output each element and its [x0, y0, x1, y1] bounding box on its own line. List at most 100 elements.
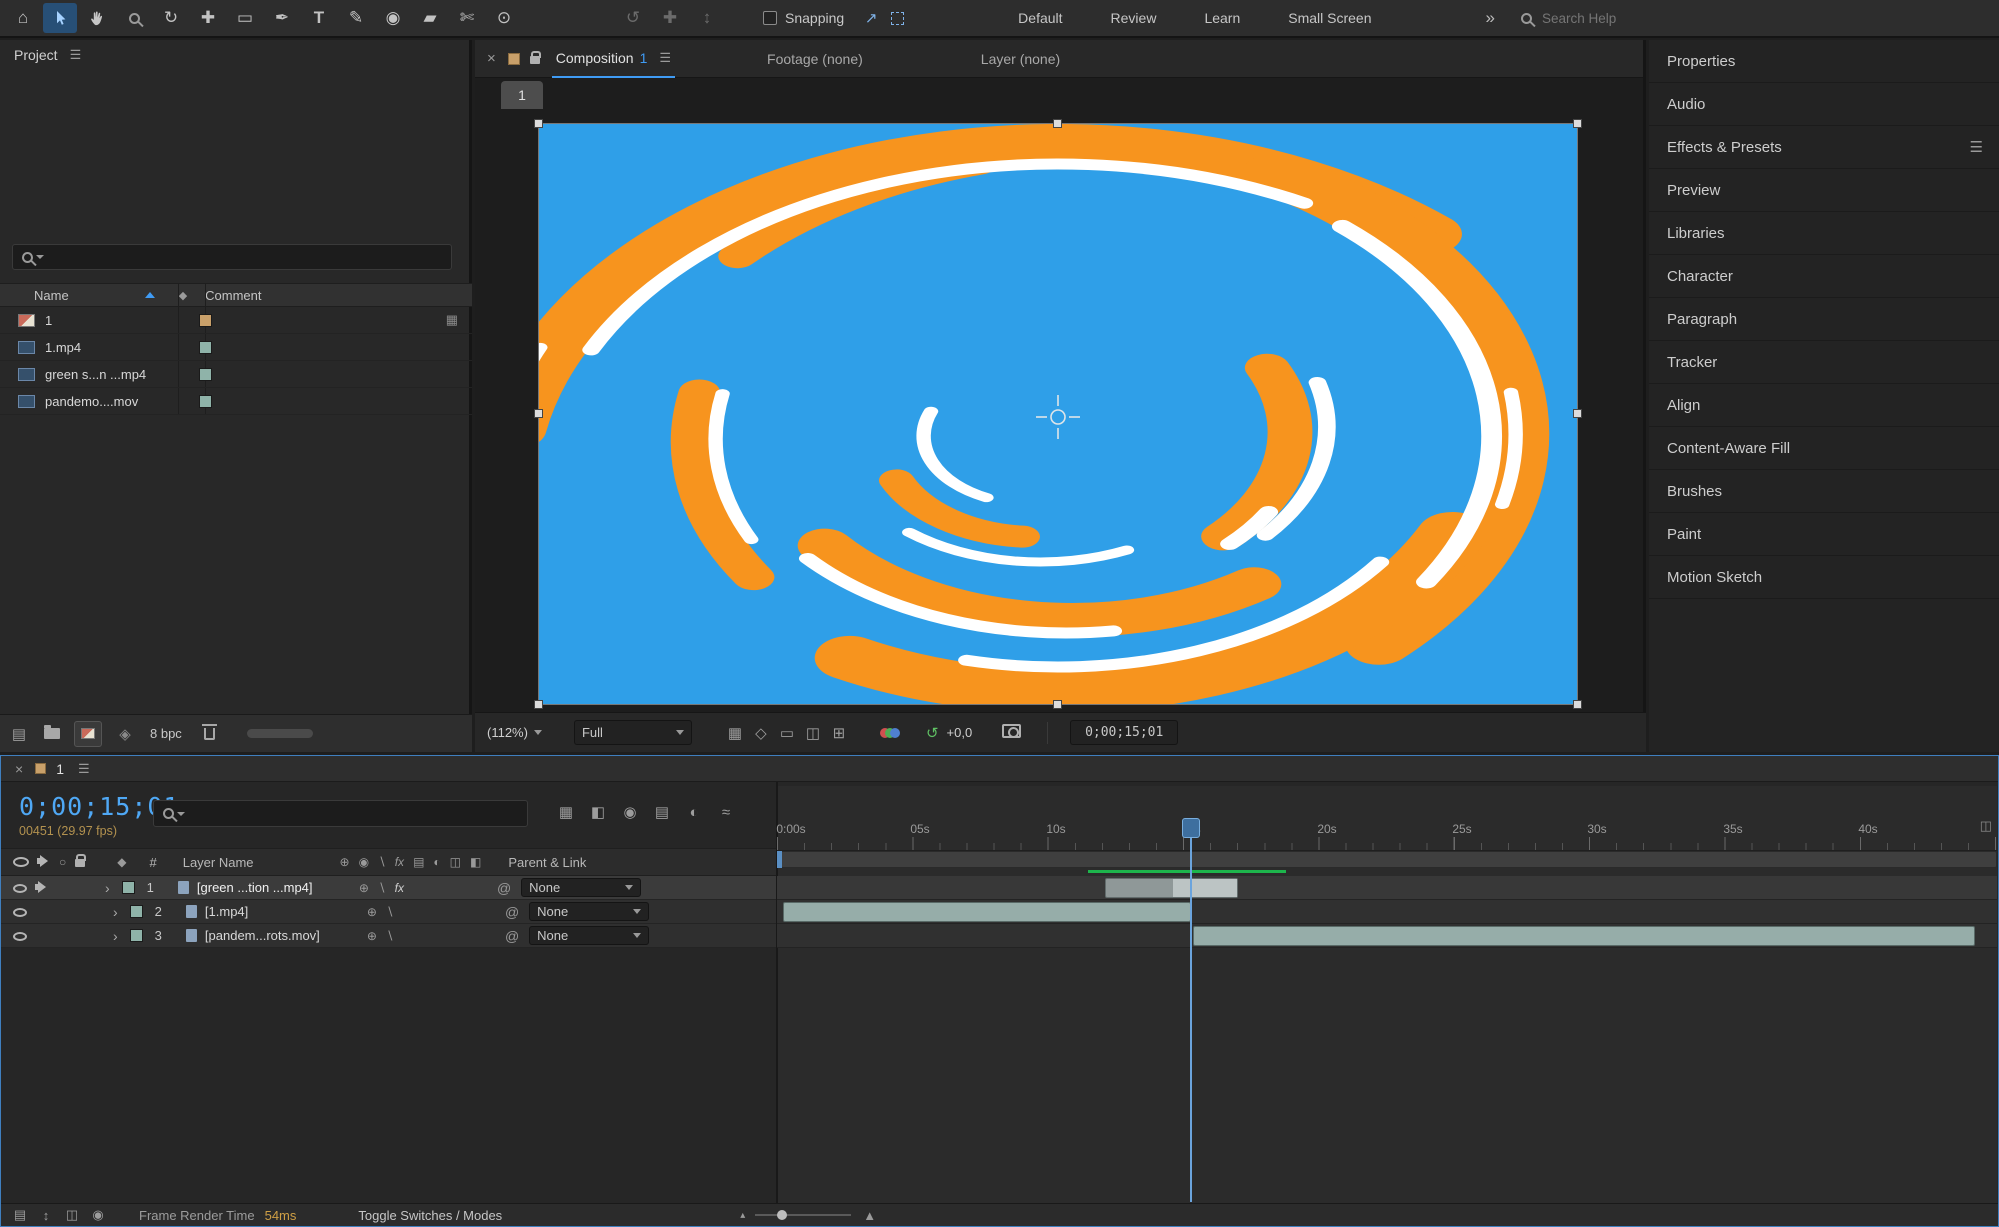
label-color-swatch[interactable]: [199, 340, 212, 354]
eraser-tool-icon[interactable]: ▰: [413, 3, 447, 33]
rotate-tool-icon[interactable]: ↻: [154, 3, 188, 33]
project-footer-scrollbar[interactable]: [246, 729, 313, 738]
panel-tab-properties[interactable]: Properties: [1649, 40, 1999, 83]
layer-visibility-icon[interactable]: [13, 928, 27, 944]
parent-dropdown[interactable]: None: [529, 902, 650, 921]
snapping-checkbox[interactable]: [763, 11, 777, 25]
panel-tab-preview[interactable]: Preview: [1649, 169, 1999, 212]
time-ruler[interactable]: 0:00s 05s 10s 15s 20s 25s 30s 35s 40s: [776, 816, 1997, 851]
lock-icon[interactable]: [529, 50, 541, 67]
playhead-head[interactable]: [1182, 818, 1200, 838]
panel-tab-audio[interactable]: Audio: [1649, 83, 1999, 126]
workspace-tab-small-screen[interactable]: Small Screen: [1288, 10, 1371, 26]
timeline-tab-close-icon[interactable]: ×: [15, 761, 23, 777]
label-color-swatch[interactable]: [199, 313, 212, 327]
video-column-icon[interactable]: [13, 854, 29, 870]
timeline-zoom-in-icon[interactable]: ▲: [863, 1208, 876, 1223]
shy-switch-header-icon[interactable]: ◉: [359, 855, 369, 869]
project-row-comp-1[interactable]: 1 ▦: [0, 307, 472, 334]
layer-quality-icon[interactable]: ∖: [378, 881, 386, 895]
graph-editor-icon[interactable]: ≈: [713, 800, 739, 824]
collapse-switch-header-icon[interactable]: ⊕: [340, 855, 350, 869]
layer-visibility-icon[interactable]: [13, 880, 27, 896]
workspace-tab-learn[interactable]: Learn: [1204, 10, 1240, 26]
layer-bar-2[interactable]: [783, 902, 1191, 922]
workspace-tab-review[interactable]: Review: [1111, 10, 1157, 26]
layer-bar-3[interactable]: [1193, 926, 1975, 946]
workspace-tab-default[interactable]: Default: [1018, 10, 1062, 26]
layer-expander-icon[interactable]: ›: [113, 928, 118, 944]
layer-collapse-icon[interactable]: ⊕: [367, 905, 377, 919]
shape-tool-icon[interactable]: ▭: [228, 3, 262, 33]
view-layout-icon[interactable]: ⊞: [826, 721, 852, 745]
tab-layer[interactable]: Layer (none): [981, 51, 1060, 67]
column-header-comment[interactable]: Comment: [205, 288, 261, 303]
layer-collapse-icon[interactable]: ⊕: [367, 929, 377, 943]
new-folder-icon[interactable]: [44, 724, 60, 742]
selection-handle[interactable]: [1053, 119, 1062, 128]
panel-tab-effects-presets[interactable]: Effects & Presets ☰: [1649, 126, 1999, 169]
timeline-panel-menu-icon[interactable]: ☰: [78, 761, 90, 777]
playhead-line[interactable]: [1190, 834, 1192, 1202]
timeline-tab-label[interactable]: 1: [56, 761, 64, 777]
type-tool-icon[interactable]: T: [302, 3, 336, 33]
project-panel-menu-icon[interactable]: ☰: [70, 47, 82, 63]
label-color-swatch[interactable]: [199, 394, 212, 408]
snap-bounds-icon[interactable]: [884, 5, 910, 31]
project-bpc-label[interactable]: 8 bpc: [150, 726, 182, 741]
comp-mini-flowchart-icon[interactable]: ▦: [553, 800, 579, 824]
help-search-input[interactable]: [1541, 10, 1712, 26]
grid-guides-icon[interactable]: ▦: [722, 721, 748, 745]
magnification-dropdown[interactable]: (112%): [487, 725, 542, 740]
viewer-timecode[interactable]: 0;00;15;01: [1070, 720, 1179, 745]
fx-switch-header-icon[interactable]: fx: [395, 855, 404, 869]
delete-item-icon[interactable]: [201, 723, 217, 743]
layer-name[interactable]: [green ...tion ...mp4]: [197, 880, 347, 895]
resolution-dropdown[interactable]: Full: [573, 720, 692, 745]
toggle-switches-modes-button[interactable]: Toggle Switches / Modes: [358, 1208, 502, 1223]
puppet-pin-tool-icon[interactable]: ⊙: [487, 3, 521, 33]
brush-tool-icon[interactable]: ✎: [339, 3, 373, 33]
motion-blur-switch-header-icon[interactable]: ◐: [433, 855, 440, 869]
tab-composition[interactable]: Composition 1 ☰: [551, 40, 676, 78]
layer-bar-1[interactable]: [1105, 878, 1238, 898]
panel-tab-paint[interactable]: Paint: [1649, 513, 1999, 556]
parent-pickwhip-icon[interactable]: @: [505, 928, 519, 944]
panel-tab-character[interactable]: Character: [1649, 255, 1999, 298]
region-of-interest-icon[interactable]: ▭: [774, 721, 800, 745]
timeline-right-panel-icon[interactable]: ◫: [1980, 818, 1992, 834]
quality-switch-header-icon[interactable]: ∖: [378, 855, 386, 869]
lock-column-icon[interactable]: [75, 854, 87, 870]
label-color-swatch[interactable]: [199, 367, 212, 381]
layer-row-2[interactable]: › 2 [1.mp4] ⊕ ∖ fx @ None: [1, 900, 776, 924]
timeline-search-input[interactable]: [192, 806, 518, 821]
parent-pickwhip-icon[interactable]: @: [497, 880, 511, 896]
selection-handle[interactable]: [534, 700, 543, 709]
selection-handle[interactable]: [1573, 700, 1582, 709]
panel-tab-tracker[interactable]: Tracker: [1649, 341, 1999, 384]
layer-name[interactable]: [1.mp4]: [205, 904, 355, 919]
exposure-value[interactable]: +0,0: [947, 725, 973, 740]
layer-audio-icon[interactable]: [35, 880, 49, 896]
index-column-header[interactable]: #: [149, 855, 156, 870]
timeline-zoom-slider[interactable]: [755, 1210, 852, 1220]
layer-quality-icon[interactable]: ∖: [386, 905, 394, 919]
project-panel-title[interactable]: Project: [14, 47, 58, 63]
reset-exposure-icon[interactable]: ↺: [926, 724, 939, 742]
snapshot-icon[interactable]: [1002, 724, 1022, 741]
adjustment-switch-header-icon[interactable]: ◫: [450, 855, 461, 869]
frame-blending-icon[interactable]: ▤: [649, 800, 675, 824]
project-row-1mp4[interactable]: 1.mp4: [0, 334, 472, 361]
work-area-bar[interactable]: [777, 851, 1997, 868]
audio-column-icon[interactable]: [37, 854, 51, 870]
new-composition-icon[interactable]: [74, 720, 102, 747]
column-header-label-icon[interactable]: ◆: [179, 289, 187, 302]
layer-visibility-icon[interactable]: [13, 904, 27, 920]
transfer-controls-pane-icon[interactable]: ↕: [33, 1203, 59, 1227]
project-row-pandemonium-mov[interactable]: pandemo....mov: [0, 388, 472, 415]
solo-column-icon[interactable]: ○: [59, 855, 66, 869]
tab-footage[interactable]: Footage (none): [767, 51, 863, 67]
layer-name-column-header[interactable]: Layer Name: [183, 855, 254, 870]
transparency-grid-icon[interactable]: ◫: [800, 721, 826, 745]
track-row-1[interactable]: [777, 876, 1997, 900]
